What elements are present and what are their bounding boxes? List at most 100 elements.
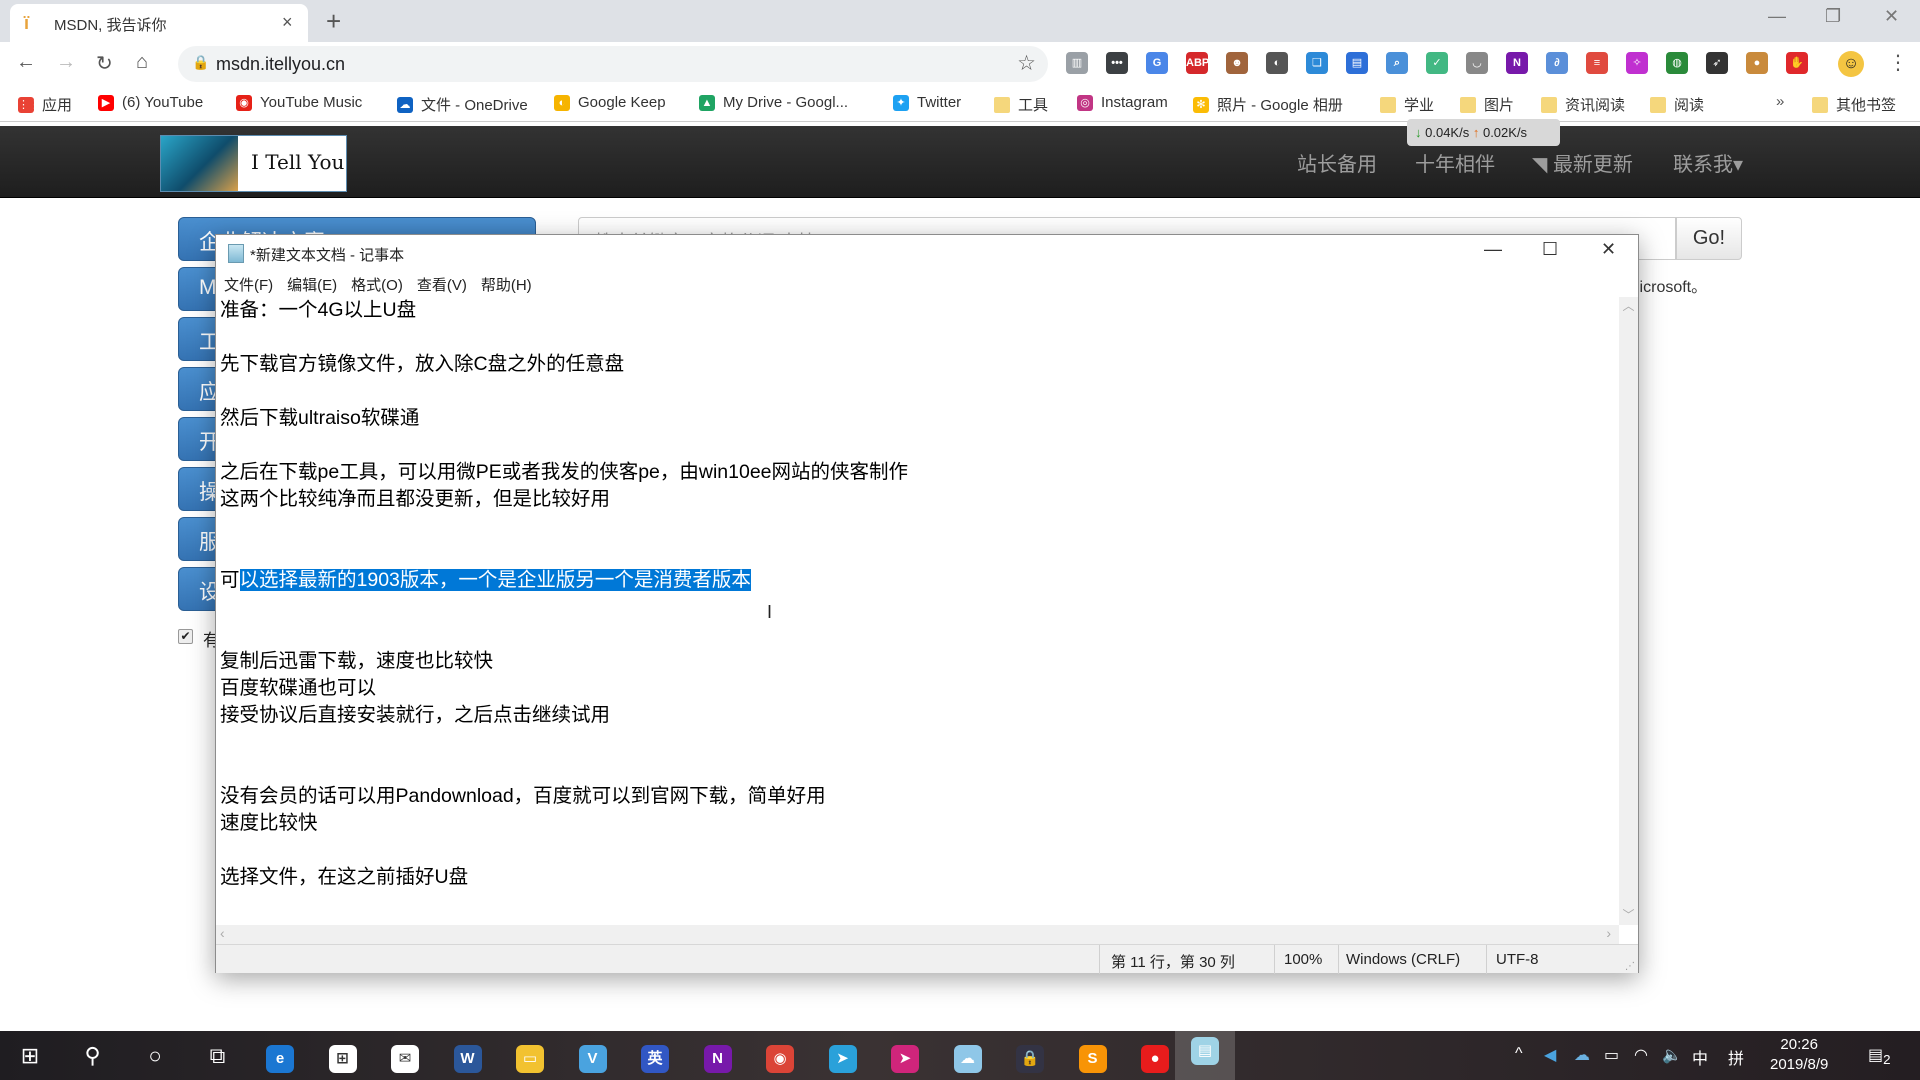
nav-contact-dropdown[interactable]: 联系我▾ xyxy=(1673,148,1743,177)
bookmark-item[interactable]: ⋮⋮ 应用 xyxy=(18,94,72,115)
more-dots-icon[interactable]: ••• xyxy=(1106,52,1128,74)
notepad-icon[interactable]: ▤ xyxy=(1175,1031,1235,1080)
vue-devtools-icon[interactable]: ✓ xyxy=(1426,52,1448,74)
tray-battery-icon[interactable]: ▭ xyxy=(1604,1045,1619,1065)
onenote-icon[interactable]: N xyxy=(701,1039,735,1073)
start-windows-icon[interactable]: ⊞ xyxy=(13,1039,47,1073)
chrome-menu-icon[interactable]: ⋮ xyxy=(1888,50,1908,75)
window-close-button[interactable]: ✕ xyxy=(1884,6,1899,27)
action-center-icon[interactable]: ▤2 xyxy=(1868,1045,1891,1067)
sublime-text-icon[interactable]: S xyxy=(1076,1039,1110,1073)
tray-onedrive-icon[interactable]: ☁ xyxy=(1574,1045,1590,1065)
vertical-scrollbar[interactable]: ︿ ﹀ xyxy=(1619,297,1638,925)
tray-wifi-icon[interactable]: ◠ xyxy=(1634,1045,1648,1065)
menu-help[interactable]: 帮助(H) xyxy=(481,274,532,295)
bookmark-item[interactable]: ◉ YouTube Music xyxy=(236,94,362,111)
store-icon[interactable]: ⊞ xyxy=(326,1039,360,1073)
bookmark-item[interactable]: ▶ (6) YouTube xyxy=(98,94,203,111)
new-tab-button[interactable]: + xyxy=(326,6,341,37)
scroll-down-icon[interactable]: ﹀ xyxy=(1619,906,1638,923)
menu-view[interactable]: 查看(V) xyxy=(417,274,467,295)
home-icon[interactable]: ⌂ xyxy=(136,51,148,74)
site-logo[interactable]: I Tell You xyxy=(160,135,347,192)
tray-overflow-chevron[interactable]: ^ xyxy=(1515,1045,1523,1063)
bookmark-item[interactable]: ✻ 照片 - Google 相册 xyxy=(1193,94,1343,115)
bookmark-item[interactable]: 资讯阅读 xyxy=(1541,94,1625,115)
browser-tab-active[interactable]: ï MSDN, 我告诉你 × xyxy=(10,4,308,42)
nav-backup[interactable]: 站长备用 xyxy=(1297,148,1377,177)
go-button[interactable]: Go! xyxy=(1676,217,1742,260)
keep-bulb-icon[interactable]: ◐ xyxy=(1266,52,1288,74)
search-magnifier-icon[interactable]: ⌕ xyxy=(1386,52,1408,74)
notepad-maximize-button[interactable]: ☐ xyxy=(1542,239,1558,260)
vpn-shield-icon[interactable]: 🔒 xyxy=(1013,1039,1047,1073)
onenote-clipper-icon[interactable]: N xyxy=(1506,52,1528,74)
bookmark-item[interactable]: 学业 xyxy=(1380,94,1434,115)
cookie-icon[interactable]: ● xyxy=(1746,52,1768,74)
forward-icon[interactable]: → xyxy=(56,51,76,74)
adblock-plus-icon[interactable]: ABP xyxy=(1186,52,1209,74)
rocket-icon[interactable]: ➶ xyxy=(1706,52,1728,74)
chinese-app-icon[interactable]: 英 xyxy=(638,1039,672,1073)
scroll-up-icon[interactable]: ︿ xyxy=(1619,297,1638,314)
nav-latest-updates[interactable]: ◥ 最新更新 xyxy=(1532,148,1633,177)
horizontal-scrollbar[interactable]: ‹ › xyxy=(216,925,1619,944)
window-restore-button[interactable]: ❐ xyxy=(1825,6,1841,27)
address-bar[interactable]: 🔒 msdn.itellyou.cn ☆ xyxy=(178,46,1048,82)
scroll-right-icon[interactable]: › xyxy=(1606,925,1611,941)
resize-grip-icon[interactable]: ⋰ xyxy=(1625,961,1635,972)
bookmark-other[interactable]: 其他书签 xyxy=(1812,94,1896,115)
bookmark-item[interactable]: ◎ Instagram xyxy=(1077,94,1168,111)
notepad-minimize-button[interactable]: — xyxy=(1484,239,1502,260)
clock[interactable]: 20:26 2019/8/9 xyxy=(1770,1035,1828,1075)
tab-close-icon[interactable]: × xyxy=(282,12,293,33)
back-icon[interactable]: ← xyxy=(16,51,36,74)
site-checkbox[interactable]: ✔ xyxy=(178,629,193,644)
screen-recorder-icon[interactable]: ● xyxy=(1138,1039,1172,1073)
tray-telegram-icon[interactable]: ◀ xyxy=(1544,1045,1556,1065)
bookmark-item[interactable]: ▲ My Drive - Googl... xyxy=(699,94,848,111)
tampermonkey-icon[interactable]: ☻ xyxy=(1226,52,1248,74)
profile-avatar[interactable]: ☺ xyxy=(1838,51,1864,77)
globe-icon[interactable]: ◍ xyxy=(1666,52,1688,74)
notepad-titlebar[interactable]: *新建文本文档 - 记事本 — ☐ ✕ xyxy=(216,235,1638,271)
bookmark-item[interactable]: 工具 xyxy=(994,94,1048,115)
scroll-left-icon[interactable]: ‹ xyxy=(220,925,225,941)
bookmark-item[interactable]: ◐ Google Keep xyxy=(554,94,666,111)
cloud-app-icon[interactable]: ☁ xyxy=(951,1039,985,1073)
search-icon[interactable]: ⚲ xyxy=(76,1039,110,1073)
v-app-icon[interactable]: V xyxy=(576,1039,610,1073)
pink-arrow-app-icon[interactable]: ➤ xyxy=(888,1039,922,1073)
notepad-text-area[interactable]: 准备：一个4G以上U盘 先下载官方镜像文件，放入除C盘之外的任意盘 然后下载ultr… xyxy=(216,297,1619,925)
menu-format[interactable]: 格式(O) xyxy=(351,274,403,295)
task-view-icon[interactable]: ⧉ xyxy=(201,1039,235,1073)
copy-pages-icon[interactable]: ❏ xyxy=(1306,52,1328,74)
bookmark-item[interactable]: 图片 xyxy=(1460,94,1514,115)
telegram-icon[interactable]: ➤ xyxy=(826,1039,860,1073)
ime-mode[interactable]: 拼 xyxy=(1728,1045,1744,1069)
link-icon[interactable]: ∂ xyxy=(1546,52,1568,74)
stop-hand-icon[interactable]: ✋ xyxy=(1786,52,1808,74)
url-text[interactable]: msdn.itellyou.cn xyxy=(216,54,345,75)
bookmark-star-icon[interactable]: ☆ xyxy=(1017,51,1036,76)
bookmarks-overflow-button[interactable]: » xyxy=(1776,93,1784,110)
bookmark-item[interactable]: ✦ Twitter xyxy=(893,94,961,111)
menu-file[interactable]: 文件(F) xyxy=(224,274,273,295)
edge-icon[interactable]: e xyxy=(263,1039,297,1073)
file-explorer-icon[interactable]: ▭ xyxy=(513,1039,547,1073)
menu-edit[interactable]: 编辑(E) xyxy=(287,274,337,295)
mail-icon[interactable]: ✉ xyxy=(388,1039,422,1073)
cortana-icon[interactable]: ○ xyxy=(138,1039,172,1073)
tray-volume-icon[interactable]: 🔈 xyxy=(1662,1045,1682,1065)
nav-ten-years[interactable]: 十年相伴 xyxy=(1415,148,1495,177)
window-minimize-button[interactable]: — xyxy=(1768,6,1786,27)
reader-mode-icon[interactable]: ▥ xyxy=(1066,52,1088,74)
lock-icon[interactable]: 🔒 xyxy=(192,54,209,71)
reload-icon[interactable]: ↻ xyxy=(96,51,113,76)
google-translate-icon[interactable]: G xyxy=(1146,52,1168,74)
bookmark-item[interactable]: ☁ 文件 - OneDrive xyxy=(397,94,528,115)
pocket-icon[interactable]: ◡ xyxy=(1466,52,1488,74)
puzzle-star-icon[interactable]: ✧ xyxy=(1626,52,1648,74)
chrome-icon[interactable]: ◉ xyxy=(763,1039,797,1073)
book-reader-icon[interactable]: ▤ xyxy=(1346,52,1368,74)
